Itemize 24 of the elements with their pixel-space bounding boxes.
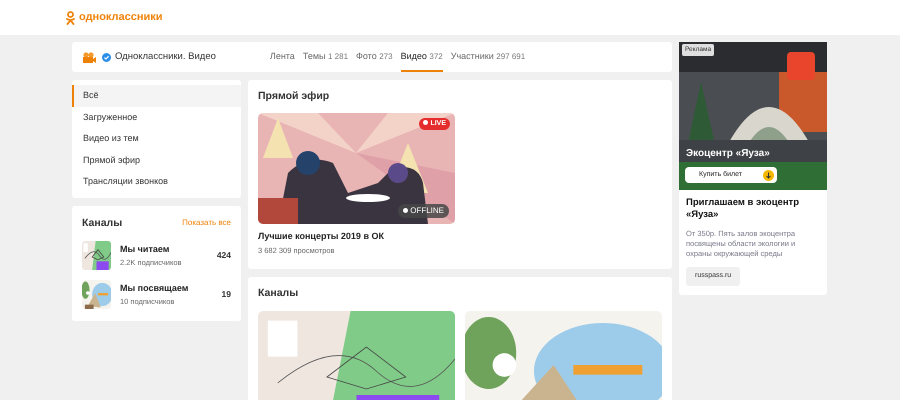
tab[interactable]: Участники 297 691 [450,42,526,72]
section-title: Каналы [258,286,300,300]
menu-item[interactable]: Загруженное [72,106,241,128]
tab[interactable]: Темы 1 281 [302,42,348,72]
video-count: 424 [216,249,231,262]
section-title: Прямой эфир [258,89,330,104]
menu-item[interactable]: Всё [72,85,241,106]
ad-overlay-title: Экоцентр «Яуза» [686,147,770,161]
video-camera-icon [82,52,96,62]
video-count: 19 [222,288,231,302]
tab[interactable]: Фото 273 [356,42,393,72]
video-title[interactable]: Лучшие концерты 2019 в ОК [258,230,662,244]
menu-item[interactable]: Трансляции звонков [72,171,241,192]
logo-icon[interactable] [66,10,75,24]
arrow-icon [763,170,774,180]
tab[interactable]: Видео 372 [400,42,443,72]
channel-name[interactable]: Мы посвящаем [120,282,188,296]
channel-name[interactable]: Мы читаем [120,243,182,257]
menu-item[interactable]: Видео из тем [72,128,241,150]
ad-title[interactable]: Приглашаем в экоцентр «Яуза» [686,197,820,222]
section-title: Каналы [82,216,122,230]
tab[interactable]: Лента [270,42,295,72]
group-name[interactable]: Одноклассники. Видео [115,50,216,64]
menu-item[interactable]: Прямой эфир [72,150,241,171]
